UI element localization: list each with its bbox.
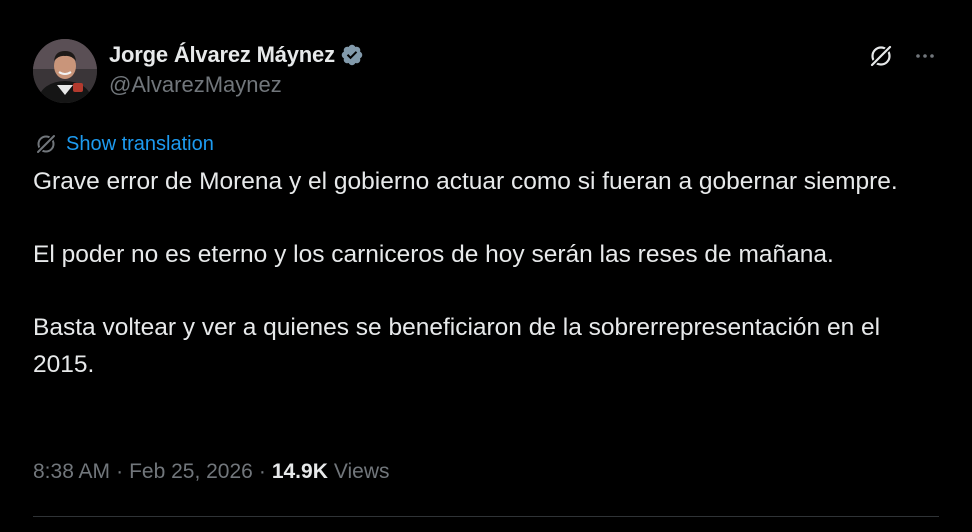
show-translation-link[interactable]: Show translation (34, 131, 214, 157)
views-count[interactable]: 14.9K (272, 460, 328, 484)
profile-photo-icon (33, 39, 97, 103)
grok-icon (869, 44, 893, 68)
tweet-date[interactable]: Feb 25, 2026 (129, 460, 253, 484)
show-translation-label: Show translation (66, 132, 214, 155)
grok-translate-icon (35, 133, 57, 155)
tweet-paragraph: Basta voltear y ver a quienes se benefic… (33, 314, 887, 378)
meta-separator: · (258, 460, 266, 483)
tweet-meta: 8:38 AM · Feb 25, 2026 · 14.9K Views (33, 460, 390, 484)
tweet-paragraph: El poder no es eterno y los carniceros d… (33, 241, 834, 268)
views-label: Views (333, 460, 390, 483)
author-name-row: Jorge Álvarez Máynez (109, 40, 364, 70)
verified-badge-icon (340, 43, 364, 67)
avatar[interactable] (33, 39, 97, 103)
tweet-text: Grave error de Morena y el gobierno actu… (33, 164, 943, 383)
author-handle[interactable]: @AlvarezMaynez (109, 72, 282, 98)
divider (33, 516, 939, 517)
author-display-name[interactable]: Jorge Álvarez Máynez (109, 42, 335, 68)
meta-separator: · (116, 460, 124, 483)
tweet-paragraph: Grave error de Morena y el gobierno actu… (33, 168, 898, 195)
tweet-time[interactable]: 8:38 AM (33, 460, 110, 484)
more-horizontal-icon (916, 54, 934, 58)
more-options-button[interactable] (910, 41, 940, 71)
grok-button[interactable] (866, 41, 896, 71)
tweet-card: Jorge Álvarez Máynez @AlvarezMaynez Show… (0, 0, 972, 532)
